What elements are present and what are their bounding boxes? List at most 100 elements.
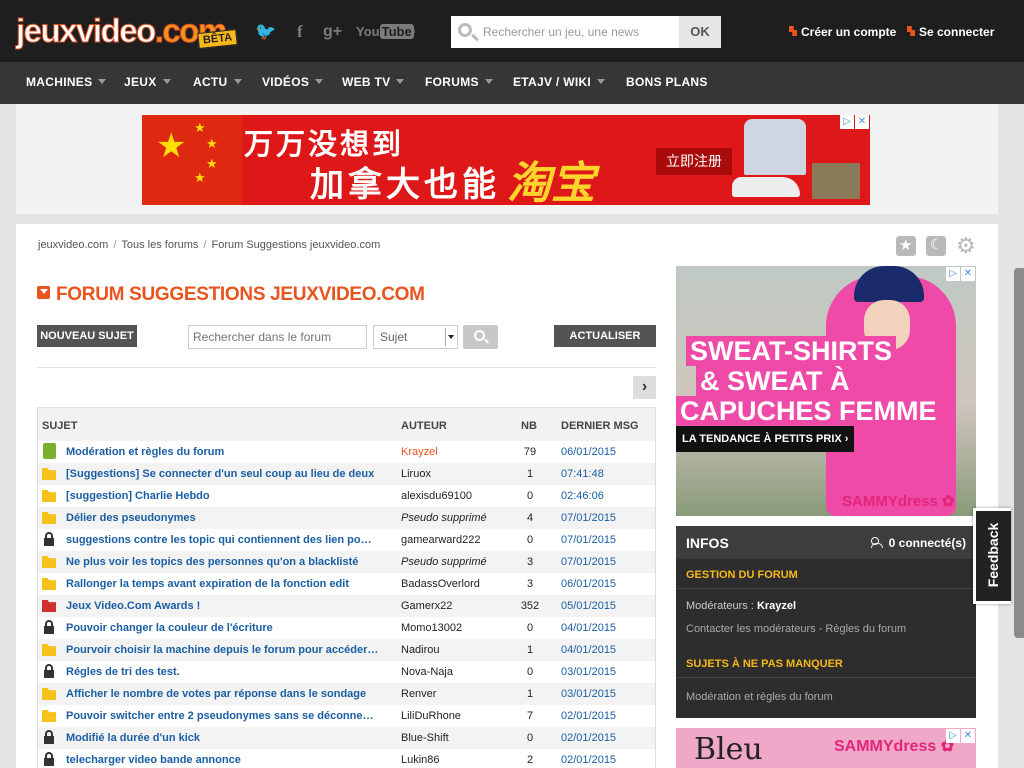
moon-icon[interactable]: ☾ <box>926 236 946 256</box>
topic-author[interactable]: Lukin86 <box>401 754 440 766</box>
youtube-icon[interactable]: You Tube <box>356 22 414 42</box>
table-row[interactable]: [Suggestions] Se connecter d'un seul cou… <box>38 463 655 485</box>
topic-title[interactable]: Régles de tri des test. <box>66 666 386 678</box>
topic-author[interactable]: BadassOverlord <box>401 578 480 590</box>
topic-author[interactable]: LiliDuRhone <box>401 710 461 722</box>
topic-author[interactable]: Blue-Shift <box>401 732 449 744</box>
topic-title[interactable]: Jeux Video.Com Awards ! <box>66 600 386 612</box>
topic-author[interactable]: Renver <box>401 688 436 700</box>
nav-machines[interactable]: MACHINES <box>26 75 107 89</box>
bottom-side-ad[interactable]: Bleu SAMMYdress ✿ <box>676 728 976 768</box>
topic-last-message[interactable]: 04/01/2015 <box>561 644 616 656</box>
close-icon[interactable]: ✕ <box>961 729 975 743</box>
table-row[interactable]: suggestions contre les topic qui contien… <box>38 529 655 551</box>
topic-title[interactable]: Pouvoir changer la couleur de l'écriture <box>66 622 386 634</box>
dropdown-icon[interactable] <box>37 286 50 299</box>
forum-search-button[interactable] <box>463 325 498 349</box>
close-icon[interactable]: ✕ <box>961 267 975 281</box>
table-row[interactable]: Modération et règles du forum Krayzel 79 06… <box>38 441 655 463</box>
contact-mods-link[interactable]: Contacter les modérateurs <box>686 623 816 635</box>
table-row[interactable]: Régles de tri des test. Nova-Naja 0 03/01/2… <box>38 661 655 683</box>
googleplus-icon[interactable]: g+ <box>323 22 342 42</box>
twitter-icon[interactable]: 🐦 <box>255 22 276 42</box>
topic-last-message[interactable]: 06/01/2015 <box>561 578 616 590</box>
topic-last-message[interactable]: 03/01/2015 <box>561 666 616 678</box>
topic-last-message[interactable]: 07/01/2015 <box>561 512 616 524</box>
topic-title[interactable]: telecharger video bande annonce <box>66 754 386 766</box>
login-link[interactable]: Se connecter <box>907 25 994 39</box>
scroll-handle[interactable] <box>1014 268 1024 638</box>
topic-last-message[interactable]: 07/01/2015 <box>561 534 616 546</box>
topic-title[interactable]: Rallonger la temps avant expiration de l… <box>66 578 386 590</box>
col-author[interactable]: AUTEUR <box>401 420 447 432</box>
moderator-link[interactable]: Krayzel <box>757 600 796 612</box>
breadcrumb-home[interactable]: jeuxvideo.com <box>38 239 108 251</box>
topic-last-message[interactable]: 02/01/2015 <box>561 754 616 766</box>
topic-author[interactable]: Gamerx22 <box>401 600 452 612</box>
nav-webtv[interactable]: WEB TV <box>342 75 405 89</box>
topic-title[interactable]: Pourvoir choisir la machine depuis le fo… <box>66 644 386 656</box>
table-row[interactable]: telecharger video bande annonce Lukin86 2 0… <box>38 749 655 768</box>
table-row[interactable]: Pouvoir changer la couleur de l'écriture… <box>38 617 655 639</box>
topic-author[interactable]: Krayzel <box>401 446 438 458</box>
table-row[interactable]: Jeux Video.Com Awards ! Gamerx22 352 05/01/… <box>38 595 655 617</box>
nav-etajv-wiki[interactable]: ETAJV / WIKI <box>513 75 606 89</box>
table-row[interactable]: Ne plus voir les topics des personnes qu… <box>38 551 655 573</box>
nav-videos[interactable]: VIDÉOS <box>262 75 324 89</box>
facebook-icon[interactable]: f <box>297 22 303 42</box>
table-row[interactable]: Pourvoir choisir la machine depuis le fo… <box>38 639 655 661</box>
topic-last-message[interactable]: 06/01/2015 <box>561 446 616 458</box>
topic-last-message[interactable]: 07:41:48 <box>561 468 604 480</box>
topic-last-message[interactable]: 03/01/2015 <box>561 688 616 700</box>
rss-icon[interactable]: ◝ <box>408 22 415 42</box>
topic-last-message[interactable]: 02/01/2015 <box>561 710 616 722</box>
topic-title[interactable]: Délier des pseudonymes <box>66 512 386 524</box>
table-row[interactable]: Rallonger la temps avant expiration de l… <box>38 573 655 595</box>
table-row[interactable]: Pouvoir switcher entre 2 pseudonymes san… <box>38 705 655 727</box>
adchoices-icon[interactable]: ▷ <box>946 267 960 281</box>
top-banner-ad[interactable]: ★ ★ ★ ★ ★ 万万没想到 加拿大也能 淘宝 立即注册 <box>142 115 870 205</box>
close-icon[interactable]: ✕ <box>855 115 869 129</box>
gear-icon[interactable]: ⚙ <box>956 233 976 258</box>
star-icon[interactable]: ★ <box>896 236 916 256</box>
site-logo[interactable]: jeuxvideo.com BÊTA <box>16 12 238 52</box>
topic-author[interactable]: Liruox <box>401 468 431 480</box>
breadcrumb-all-forums[interactable]: Tous les forums <box>121 239 198 251</box>
nav-actu[interactable]: ACTU <box>193 75 242 89</box>
feedback-tab[interactable]: Feedback <box>973 508 1011 604</box>
site-search-button[interactable]: OK <box>679 16 721 48</box>
refresh-button[interactable]: ACTUALISER <box>554 325 656 347</box>
topic-last-message[interactable]: 05/01/2015 <box>561 600 616 612</box>
col-subject[interactable]: SUJET <box>42 420 77 432</box>
topic-last-message[interactable]: 02:46:06 <box>561 490 604 502</box>
topic-author[interactable]: Pseudo supprimé <box>401 556 487 568</box>
side-ad[interactable]: SWEAT-SHIRTS & SWEAT À CAPUCHES FEMME LA… <box>676 266 976 516</box>
search-scope-select[interactable]: Sujet <box>373 325 458 349</box>
create-account-link[interactable]: Créer un compte <box>789 25 896 39</box>
rules-link[interactable]: Règles du forum <box>825 623 906 635</box>
nav-forums[interactable]: FORUMS <box>425 75 493 89</box>
topic-title[interactable]: [Suggestions] Se connecter d'un seul cou… <box>66 468 386 480</box>
nav-jeux[interactable]: JEUX <box>124 75 171 89</box>
table-row[interactable]: [suggestion] Charlie Hebdo alexisdu69100 0… <box>38 485 655 507</box>
must-read-link[interactable]: Modération et règles du forum <box>686 691 833 703</box>
topic-last-message[interactable]: 02/01/2015 <box>561 732 616 744</box>
topic-title[interactable]: suggestions contre les topic qui contien… <box>66 534 386 546</box>
topic-author[interactable]: Pseudo supprimé <box>401 512 487 524</box>
forum-search-input[interactable] <box>188 325 367 349</box>
topic-author[interactable]: gamearward222 <box>401 534 481 546</box>
table-row[interactable]: Modifié la durée d'un kick Blue-Shift 0 02/… <box>38 727 655 749</box>
topic-author[interactable]: Nova-Naja <box>401 666 453 678</box>
col-last-message[interactable]: DERNIER MSG <box>561 420 639 432</box>
col-count[interactable]: NB <box>521 420 537 432</box>
topic-last-message[interactable]: 04/01/2015 <box>561 622 616 634</box>
ad-register-button[interactable]: 立即注册 <box>656 148 732 175</box>
topic-title[interactable]: Modifié la durée d'un kick <box>66 732 386 744</box>
topic-author[interactable]: alexisdu69100 <box>401 490 472 502</box>
topic-title[interactable]: [suggestion] Charlie Hebdo <box>66 490 386 502</box>
topic-title[interactable]: Ne plus voir les topics des personnes qu… <box>66 556 386 568</box>
topic-title[interactable]: Modération et règles du forum <box>66 446 386 458</box>
topic-title[interactable]: Pouvoir switcher entre 2 pseudonymes san… <box>66 710 386 722</box>
next-page-button[interactable]: › <box>633 376 656 399</box>
new-topic-button[interactable]: NOUVEAU SUJET <box>37 325 137 347</box>
